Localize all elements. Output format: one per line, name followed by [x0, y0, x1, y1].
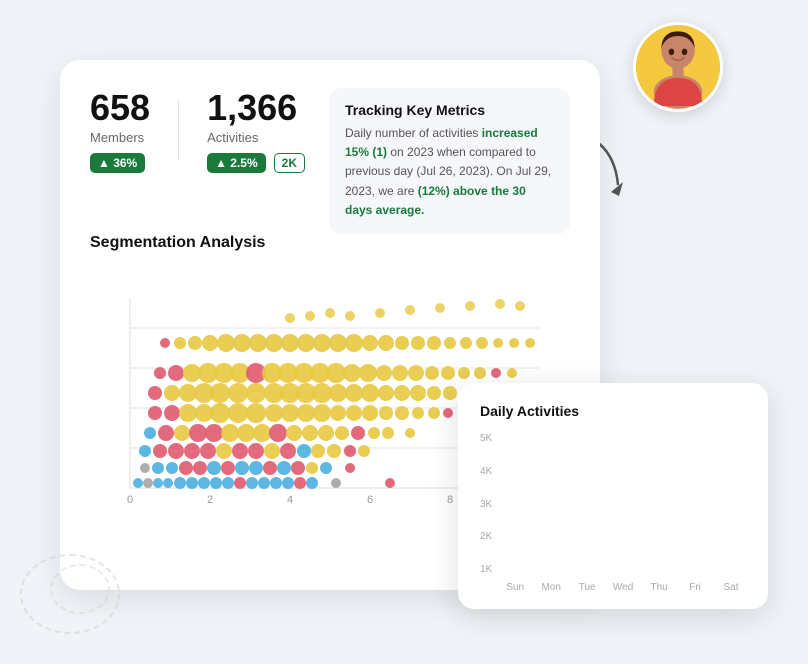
- y-label-3k: 3K: [480, 499, 492, 510]
- bar-label-sun: Sun: [506, 582, 524, 593]
- svg-text:0: 0: [127, 494, 133, 506]
- bar-label-sat: Sat: [724, 582, 739, 593]
- y-label-1k: 1K: [480, 564, 492, 575]
- tracking-box: Tracking Key Metrics Daily number of act…: [329, 88, 570, 234]
- decorative-circle-2: [50, 564, 110, 614]
- bar-label-tue: Tue: [579, 582, 596, 593]
- activities-value: 1,366: [207, 88, 305, 128]
- daily-card: Daily Activities 5K 4K 3K 2K 1K Sun Mon: [458, 383, 768, 609]
- bar-col-thu: Thu: [644, 577, 674, 593]
- daily-title: Daily Activities: [480, 403, 746, 419]
- y-label-2k: 2K: [480, 531, 492, 542]
- bar-label-thu: Thu: [650, 582, 667, 593]
- metric-divider: [178, 100, 179, 160]
- activities-badge-row: ▲ 2.5% 2K: [207, 153, 305, 173]
- svg-text:6: 6: [367, 494, 373, 506]
- svg-text:2: 2: [207, 494, 213, 506]
- activities-label: Activities: [207, 130, 305, 145]
- highlight-increased: increased 15% (1): [345, 126, 538, 159]
- members-value: 658: [90, 88, 150, 128]
- metrics-top: 658 Members ▲ 36% 1,366 Activities ▲ 2.5…: [90, 88, 570, 234]
- bar-col-mon: Mon: [536, 577, 566, 593]
- members-label: Members: [90, 130, 150, 145]
- activities-badge2: 2K: [274, 153, 305, 173]
- highlight-average: (12%) above the 30 days average.: [345, 184, 526, 217]
- segmentation-title: Segmentation Analysis: [90, 234, 570, 252]
- svg-text:4: 4: [287, 494, 293, 506]
- bar-col-sun: Sun: [500, 577, 530, 593]
- bar-label-mon: Mon: [541, 582, 560, 593]
- tracking-box-wrapper: Tracking Key Metrics Daily number of act…: [329, 88, 570, 234]
- bar-label-fri: Fri: [689, 582, 701, 593]
- y-label-4k: 4K: [480, 466, 492, 477]
- svg-text:8: 8: [447, 494, 453, 506]
- metrics-left: 658 Members ▲ 36% 1,366 Activities ▲ 2.5…: [90, 88, 305, 173]
- bar-chart-wrapper: 5K 4K 3K 2K 1K Sun Mon Tue: [480, 433, 746, 593]
- bar-col-fri: Fri: [680, 577, 710, 593]
- members-badge: ▲ 36%: [90, 153, 145, 173]
- bar-col-wed: Wed: [608, 577, 638, 593]
- activities-block: 1,366 Activities ▲ 2.5% 2K: [207, 88, 305, 173]
- y-axis: 5K 4K 3K 2K 1K: [480, 433, 492, 593]
- avatar: [633, 22, 723, 112]
- activities-badge: ▲ 2.5%: [207, 153, 266, 173]
- bar-label-wed: Wed: [613, 582, 633, 593]
- members-block: 658 Members ▲ 36%: [90, 88, 150, 173]
- bar-chart-inner: Sun Mon Tue Wed Thu: [500, 433, 746, 593]
- tracking-title: Tracking Key Metrics: [345, 102, 554, 118]
- bar-col-sat: Sat: [716, 577, 746, 593]
- tracking-text: Daily number of activities increased 15%…: [345, 124, 554, 220]
- members-badge-row: ▲ 36%: [90, 153, 150, 173]
- y-label-5k: 5K: [480, 433, 492, 444]
- bar-col-tue: Tue: [572, 577, 602, 593]
